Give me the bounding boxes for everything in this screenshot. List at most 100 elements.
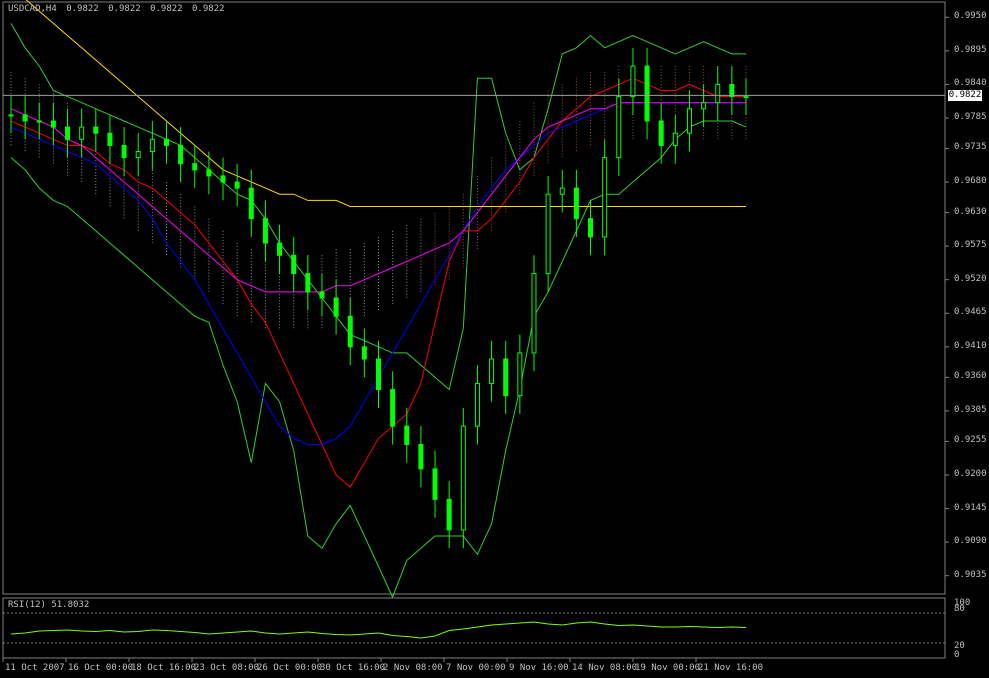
candle-body xyxy=(149,138,155,153)
main-panel-frame xyxy=(2,1,946,595)
candle-body xyxy=(573,187,579,220)
rsi-scale-80: 80 xyxy=(954,604,965,614)
candle-body xyxy=(135,151,141,159)
series-line-ma-long xyxy=(25,0,746,207)
rsi-scale-0: 0 xyxy=(954,650,960,660)
time-tick-label: 7 Nov 00:00 xyxy=(446,663,506,673)
candle-body xyxy=(446,498,452,531)
price-tick-label: 0.9680 xyxy=(954,176,987,187)
candle-body xyxy=(192,163,198,171)
close-value: 0.9822 xyxy=(192,4,225,14)
time-tick-label: 30 Oct 16:00 xyxy=(320,663,386,673)
open-value: 0.9822 xyxy=(66,4,99,14)
time-tick-label: 11 Oct 2007 xyxy=(5,663,65,673)
price-tick-label: 0.9520 xyxy=(954,273,987,284)
candle-body xyxy=(107,132,113,146)
candle-body xyxy=(234,181,240,189)
time-tick-label: 9 Nov 16:00 xyxy=(509,663,569,673)
price-tick-label: 0.9630 xyxy=(954,206,987,217)
time-tick-label: 19 Nov 00:00 xyxy=(635,663,701,673)
candle-body xyxy=(517,352,523,397)
price-tick-label: 0.9735 xyxy=(954,142,987,153)
high-value: 0.9822 xyxy=(108,4,141,14)
rsi-line xyxy=(10,621,747,639)
candle-body xyxy=(36,120,42,123)
price-tick-label: 0.9575 xyxy=(954,240,987,251)
price-tick-label: 0.9090 xyxy=(954,536,987,547)
candle-body xyxy=(291,254,297,275)
candle-body xyxy=(390,389,396,427)
candle-body xyxy=(376,358,381,391)
price-tick-label: 0.9360 xyxy=(954,371,987,382)
candle-body xyxy=(588,218,594,238)
chart-header: USDCAD,H4 0.9822 0.9822 0.9822 0.9822 xyxy=(8,4,229,14)
candle-body xyxy=(220,175,226,183)
time-tick-label: 18 Oct 16:00 xyxy=(131,663,197,673)
candle-body xyxy=(8,114,14,117)
price-tick-label: 0.9465 xyxy=(954,307,987,318)
candle-body xyxy=(474,382,480,427)
price-tick-label: 0.9200 xyxy=(954,468,987,479)
candle-body xyxy=(248,187,254,220)
candle-body xyxy=(432,468,438,500)
symbol-label: USDCAD,H4 xyxy=(8,4,57,14)
current-price-box: 0.9822 xyxy=(948,90,982,101)
candle-body xyxy=(545,193,551,275)
price-tick-label: 0.9895 xyxy=(954,44,987,55)
time-tick-label: 23 Oct 08:00 xyxy=(194,663,260,673)
candle-body xyxy=(559,187,565,195)
candle-body xyxy=(602,157,608,238)
chart-window: USDCAD,H4 0.9822 0.9822 0.9822 0.9822 0.… xyxy=(0,0,989,678)
candle-body xyxy=(715,83,721,104)
price-tick-label: 0.9305 xyxy=(954,404,987,415)
series-line-ma-slow xyxy=(10,102,746,293)
candle-body xyxy=(686,108,692,134)
candle-body xyxy=(460,425,466,531)
candle-body xyxy=(404,425,410,445)
candle-body xyxy=(79,126,85,140)
candle-body xyxy=(277,242,283,256)
candle-body xyxy=(65,126,71,140)
price-tick-label: 0.9035 xyxy=(954,569,987,580)
candle-body xyxy=(305,273,311,293)
time-tick-label: 21 Nov 16:00 xyxy=(698,663,764,673)
candle-body xyxy=(503,358,509,397)
candle-body xyxy=(93,126,99,134)
rsi-title: RSI(12) 51.8032 xyxy=(8,600,90,610)
candle-body xyxy=(658,120,664,146)
candle-body xyxy=(206,169,212,177)
candle-body xyxy=(22,114,28,122)
time-tick-label: 26 Oct 00:00 xyxy=(257,663,323,673)
candle-body xyxy=(319,291,325,299)
time-tick-label: 16 Oct 00:00 xyxy=(68,663,134,673)
candle-body xyxy=(644,65,650,122)
candle-body xyxy=(630,65,636,98)
candle-body xyxy=(489,358,495,384)
candle-body xyxy=(361,346,367,360)
rsi-panel-frame xyxy=(2,597,946,659)
candle-body xyxy=(418,443,424,470)
candle-body xyxy=(616,96,622,159)
candle-body xyxy=(531,273,537,354)
time-tick-label: 14 Nov 08:00 xyxy=(572,663,638,673)
candle-body xyxy=(262,218,268,244)
candle-body xyxy=(672,132,678,146)
price-tick-label: 0.9950 xyxy=(954,11,987,22)
candle-body xyxy=(178,144,184,165)
candle-body xyxy=(163,138,169,146)
price-tick-label: 0.9785 xyxy=(954,111,987,122)
time-tick-label: 2 Nov 08:00 xyxy=(383,663,443,673)
chart-canvas[interactable] xyxy=(0,0,989,678)
candle-body xyxy=(121,144,127,159)
price-tick-label: 0.9410 xyxy=(954,340,987,351)
price-tick-label: 0.9255 xyxy=(954,435,987,446)
candle-body xyxy=(50,120,56,128)
candle-body xyxy=(701,102,707,110)
candle-body xyxy=(729,83,735,98)
candle-body xyxy=(347,315,353,348)
price-tick-label: 0.9840 xyxy=(954,78,987,89)
candle-body xyxy=(333,297,339,317)
candle-body xyxy=(743,96,749,99)
price-tick-label: 0.9145 xyxy=(954,502,987,513)
low-value: 0.9822 xyxy=(150,4,183,14)
